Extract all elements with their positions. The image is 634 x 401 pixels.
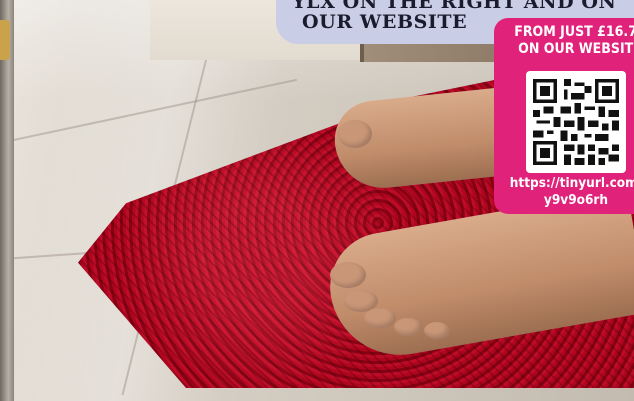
url-line-1: https://tinyurl.com/ xyxy=(509,175,634,191)
price-text: FROM JUST £16.75 xyxy=(514,24,634,40)
side-object xyxy=(0,0,14,401)
toe xyxy=(424,322,450,339)
qr-code[interactable] xyxy=(526,71,626,173)
qr-code-icon xyxy=(533,79,619,165)
toe xyxy=(338,120,372,148)
price-badge[interactable]: FROM JUST £16.75 ON OUR WEBSITE https://… xyxy=(494,18,634,214)
website-text: ON OUR WEBSITE xyxy=(518,41,634,57)
side-object-label xyxy=(0,20,10,60)
toe xyxy=(364,308,396,328)
toe xyxy=(394,318,422,336)
url-line-2: y9v9o6rh xyxy=(543,192,609,208)
toe xyxy=(330,262,366,288)
badge-url[interactable]: https://tinyurl.com/ y9v9o6rh xyxy=(496,175,634,209)
